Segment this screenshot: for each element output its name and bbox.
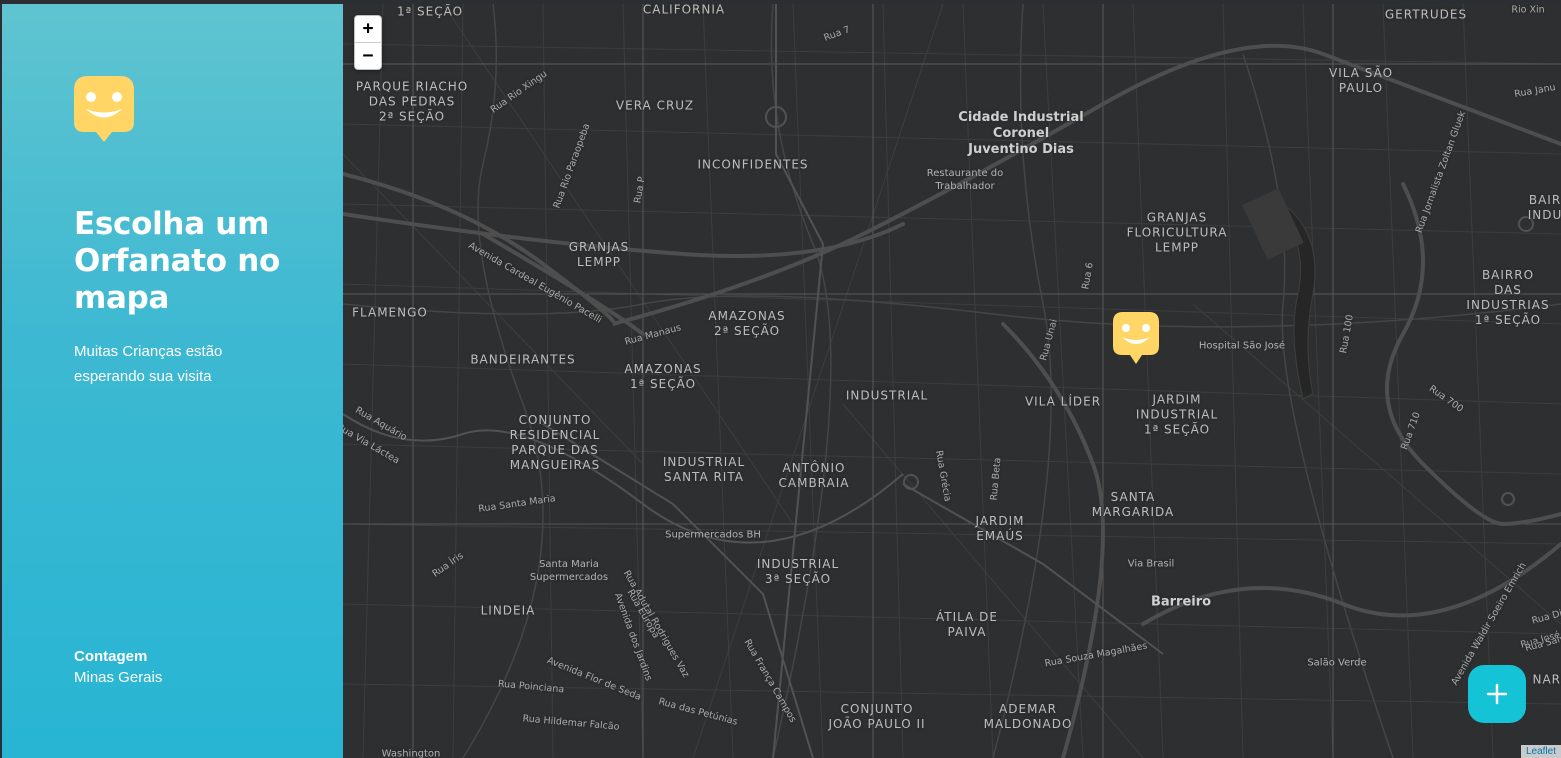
map-label-district: ÁTILA DE PAIVA — [936, 610, 998, 639]
map-label-district: 1ª SEÇÃO — [396, 4, 464, 19]
map-label-district: AMAZONAS 2ª SEÇÃO — [708, 309, 786, 338]
map-label-district: BAIRRO DAS INDUSTRIAS 1ª SEÇÃO — [1466, 268, 1550, 327]
map-label-district: INDUSTRIAL — [845, 388, 929, 403]
state-name: Minas Gerais — [74, 669, 163, 686]
map-label-city: Barreiro — [1150, 594, 1212, 610]
map-label-poi: Salão Verde — [1307, 657, 1367, 669]
map-label-district: GERTRUDES — [1384, 7, 1468, 22]
map-label-district: GRANJAS FLORICULTURA LEMPP — [1126, 210, 1228, 255]
map-label-street: Rio Xin — [1511, 4, 1545, 16]
map-label-district: ANTÔNIO CAMBRAIA — [778, 461, 850, 490]
zoom-control: + − — [354, 15, 382, 70]
map-label-poi: Santa Maria Supermercados — [529, 559, 609, 583]
map-label-district: VILA SÃO PAULO — [1328, 66, 1394, 95]
map-label-district: LINDEIA — [480, 603, 536, 618]
map-label-poi: Supermercados BH — [665, 529, 761, 541]
happy-face-logo-icon — [74, 76, 134, 142]
map-label-district: INDUSTRIAL SANTA RITA — [662, 455, 746, 484]
map-tiles[interactable] — [343, 4, 1561, 758]
map-label-district: VILA LÍDER — [1024, 394, 1102, 409]
map-view[interactable]: 1ª SEÇÃO CALIFORNIA Rua 7 GERTRUDES Rio Xin P… — [343, 4, 1561, 758]
sidebar: Escolha um Orfanato no mapa Muitas Crian… — [2, 4, 343, 758]
map-label-district: CONJUNTO JOÃO PAULO II — [828, 702, 926, 731]
add-orphanage-button[interactable] — [1468, 665, 1526, 723]
map-label-district: PARQUE RIACHO DAS PEDRAS 2ª SEÇÃO — [355, 79, 469, 124]
location: Contagem Minas Gerais — [74, 646, 162, 688]
map-label-district: BANDEIRANTES — [470, 352, 576, 367]
map-label-district: FLAMENGO — [352, 305, 428, 320]
map-label-district: JARDIM EMAÚS — [975, 514, 1025, 543]
leaflet-attribution-link[interactable]: Leaflet — [1520, 745, 1561, 758]
zoom-in-button[interactable]: + — [355, 16, 381, 43]
map-label-poi: Hospital São José — [1198, 340, 1286, 352]
map-label-district: CALIFORNIA — [642, 4, 726, 17]
map-label-poi: Restaurante do Trabalhador — [926, 168, 1004, 192]
map-label-district: BAIR INDU — [1527, 193, 1561, 222]
map-label-district: NARI — [1532, 672, 1561, 687]
map-label-district: ADEMAR MALDONADO — [983, 702, 1073, 731]
map-label-district: CONJUNTO RESIDENCIAL PARQUE DAS MANGUEIR… — [509, 413, 601, 472]
map-label-district: JARDIM INDUSTRIAL 1ª SEÇÃO — [1135, 392, 1219, 437]
map-label-district: VERA CRUZ — [615, 98, 695, 113]
city-name: Contagem — [74, 648, 148, 665]
subtitle: Muitas Crianças estão esperando sua visi… — [74, 343, 223, 385]
map-label-poi: Via Brasil — [1127, 558, 1175, 570]
map-label-district: INDUSTRIAL 3ª SEÇÃO — [756, 557, 840, 586]
map-label-big: Cidade Industrial Coronel Juventino Dias — [958, 110, 1084, 157]
map-label-poi: Washington — [381, 748, 441, 758]
plus-icon — [1486, 683, 1508, 705]
headline: Escolha um Orfanato no mapa — [74, 206, 281, 316]
zoom-out-button[interactable]: − — [355, 43, 381, 69]
map-label-district: INCONFIDENTES — [697, 157, 809, 172]
map-label-district: SANTA MARGARIDA — [1091, 490, 1175, 519]
map-label-district: AMAZONAS 1ª SEÇÃO — [624, 362, 702, 391]
orphanage-map-marker-icon[interactable] — [1112, 311, 1160, 365]
map-label-district: GRANJAS LEMPP — [568, 240, 630, 269]
